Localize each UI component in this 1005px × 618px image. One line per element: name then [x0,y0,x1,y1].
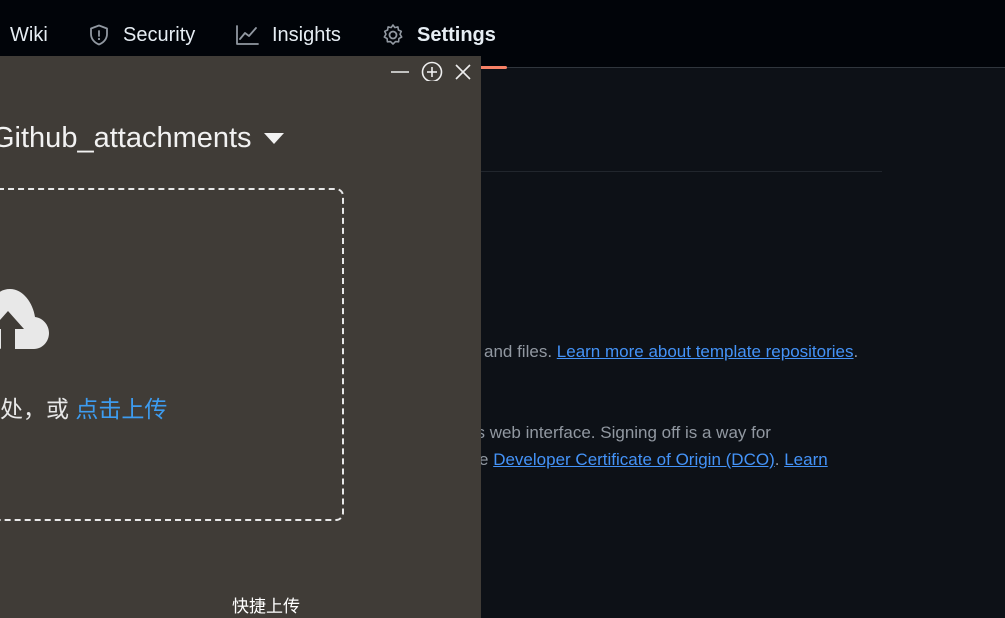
drop-hint-text: 处，或 [0,396,69,422]
gear-icon [383,24,403,45]
tab-insights-label: Insights [272,23,341,46]
signoff-description-line1: ’s web interface. Signing off is a way f… [473,423,771,442]
tab-wiki-label: Wiki [10,23,48,46]
tab-wiki[interactable]: Wiki [10,18,48,52]
minimize-icon [391,71,409,73]
template-period: . [853,342,859,361]
shield-icon [90,24,108,46]
tab-settings-label: Settings [417,23,496,46]
template-description-text: and files. [484,342,553,361]
tab-security[interactable]: Security [87,18,195,52]
dco-link[interactable]: Developer Certificate of Origin (DCO) [493,450,775,469]
close-button[interactable] [451,58,475,82]
cloud-upload-icon [0,289,49,349]
section-divider [480,171,882,172]
dco-period: . [774,450,780,469]
template-learn-more-link[interactable]: Learn more about template repositories [557,342,854,361]
album-selector[interactable]: Github_attachments [0,122,284,155]
drop-hint: 处，或 点击上传 [0,390,167,424]
tab-settings[interactable]: Settings [381,18,496,52]
plus-circle-icon [421,61,443,81]
drop-zone[interactable] [0,188,344,521]
template-description: and files. Learn more about template rep… [484,342,858,362]
caret-down-icon [263,133,284,144]
tab-security-label: Security [123,23,196,46]
graph-icon [236,25,259,45]
close-icon [455,64,471,80]
signoff-description-line2: e Developer Certificate of Origin (DCO).… [479,450,828,470]
maximize-button[interactable] [420,58,444,82]
click-upload-link[interactable]: 点击上传 [75,396,167,422]
learn-more-link[interactable]: Learn [784,450,827,469]
minimize-button[interactable] [388,58,412,82]
album-name: Github_attachments [0,122,252,154]
upload-window: Github_attachments 处，或 点击上传 快捷上传 [0,56,481,618]
tab-insights[interactable]: Insights [235,18,341,52]
quick-upload-label[interactable]: 快捷上传 [232,592,300,617]
